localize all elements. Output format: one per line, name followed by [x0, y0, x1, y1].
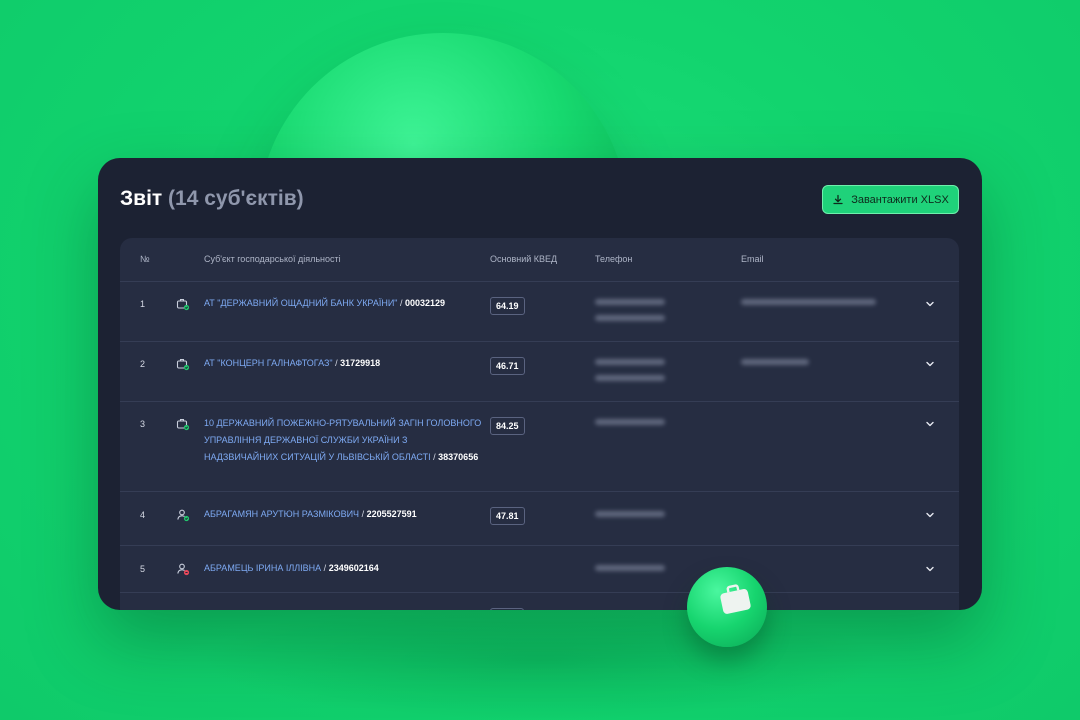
table-header: № Суб'єкт господарської діяльності Основ…: [120, 238, 959, 282]
header-email: Email: [741, 254, 764, 264]
phone-redacted: [595, 315, 665, 321]
header-phone: Телефон: [595, 254, 633, 264]
kved-badge: 47.81: [490, 507, 525, 525]
entity-cell: 10 ДЕРЖАВНИЙ ПОЖЕЖНО-РЯТУВАЛЬНИЙ ЗАГІН Г…: [204, 418, 482, 462]
entity-code: 2349602164: [328, 563, 379, 573]
entity-code: 2205527591: [366, 509, 417, 519]
phone-redacted: [595, 375, 665, 381]
entity-name-link[interactable]: АТ "КОНЦЕРН ГАЛНАФТОГАЗ": [204, 358, 333, 368]
phone-redacted: [595, 299, 665, 305]
table-row[interactable]: 2 АТ "КОНЦЕРН ГАЛНАФТОГАЗ" / 31729918 46…: [120, 342, 959, 402]
row-number: 5: [140, 564, 146, 574]
page-title: Звіт (14 суб'єктів): [120, 187, 304, 211]
table-row[interactable]: 4 АБРАГАМЯН АРУТЮН РАЗМІКОВИЧ / 22055275…: [120, 492, 959, 546]
chevron-down-icon[interactable]: [924, 418, 936, 430]
email-redacted: [741, 299, 876, 305]
entity-code: 31729918: [340, 358, 381, 368]
header-num: №: [140, 254, 150, 264]
briefcase-icon: [720, 584, 751, 614]
decorative-shadow: [200, 600, 880, 720]
briefcase-status-icon: [176, 359, 190, 371]
table-row[interactable]: 1 АТ "ДЕРЖАВНИЙ ОЩАДНИЙ БАНК УКРАЇНИ" / …: [120, 282, 959, 342]
email-redacted: [741, 359, 809, 365]
subjects-table: № Суб'єкт господарської діяльності Основ…: [120, 238, 959, 610]
kved-badge: 64.19: [490, 297, 525, 315]
chevron-down-icon[interactable]: [924, 358, 936, 370]
chevron-down-icon[interactable]: [924, 509, 936, 521]
download-xlsx-button[interactable]: Завантажити XLSX: [822, 185, 959, 214]
phone-redacted: [595, 511, 665, 517]
entity-code: 38370656: [438, 452, 479, 462]
entity-cell: АБРАМЕЦЬ ІРИНА ІЛЛІВНА / 2349602164: [204, 563, 379, 573]
report-panel: Звіт (14 суб'єктів) Завантажити XLSX № С…: [98, 158, 982, 610]
row-number: 3: [140, 419, 146, 429]
entity-name-link[interactable]: АБРАМЕЦЬ ІРИНА ІЛЛІВНА: [204, 563, 321, 573]
download-button-label: Завантажити XLSX: [851, 193, 949, 206]
header-entity: Суб'єкт господарської діяльності: [204, 254, 341, 264]
kved-badge: [490, 608, 524, 610]
entity-name-link[interactable]: АБРАГАМЯН АРУТЮН РАЗМІКОВИЧ: [204, 509, 359, 519]
phone-redacted: [595, 419, 665, 425]
briefcase-status-icon: [176, 419, 190, 431]
subjects-count: (14 суб'єктів): [168, 187, 304, 210]
report-title: Звіт: [120, 187, 163, 210]
row-number: 4: [140, 510, 146, 520]
decorative-sphere-small: [687, 567, 767, 647]
table-row[interactable]: 3 10 ДЕРЖАВНИЙ ПОЖЕЖНО-РЯТУВАЛЬНИЙ ЗАГІН…: [120, 402, 959, 492]
phone-redacted: [595, 565, 665, 571]
chevron-down-icon[interactable]: [924, 563, 936, 575]
entity-cell: АБРАГАМЯН АРУТЮН РАЗМІКОВИЧ / 2205527591: [204, 509, 417, 519]
briefcase-status-icon: [176, 299, 190, 311]
phone-redacted: [595, 359, 665, 365]
header-kved: Основний КВЕД: [490, 254, 558, 264]
entity-cell: АТ "ДЕРЖАВНИЙ ОЩАДНИЙ БАНК УКРАЇНИ" / 00…: [204, 298, 446, 308]
table-row[interactable]: 5 АБРАМЕЦЬ ІРИНА ІЛЛІВНА / 2349602164: [120, 546, 959, 593]
kved-badge: 84.25: [490, 417, 525, 435]
user-status-icon: [177, 563, 190, 576]
entity-cell: АТ "КОНЦЕРН ГАЛНАФТОГАЗ" / 31729918: [204, 358, 381, 368]
row-number: 2: [140, 359, 146, 369]
chevron-down-icon[interactable]: [924, 298, 936, 310]
kved-badge: 46.71: [490, 357, 525, 375]
table-row[interactable]: [120, 593, 959, 610]
entity-code: 00032129: [405, 298, 446, 308]
download-icon: [833, 194, 843, 204]
entity-name-link[interactable]: АТ "ДЕРЖАВНИЙ ОЩАДНИЙ БАНК УКРАЇНИ": [204, 298, 398, 308]
row-number: 1: [140, 299, 146, 309]
user-status-icon: [177, 509, 190, 522]
